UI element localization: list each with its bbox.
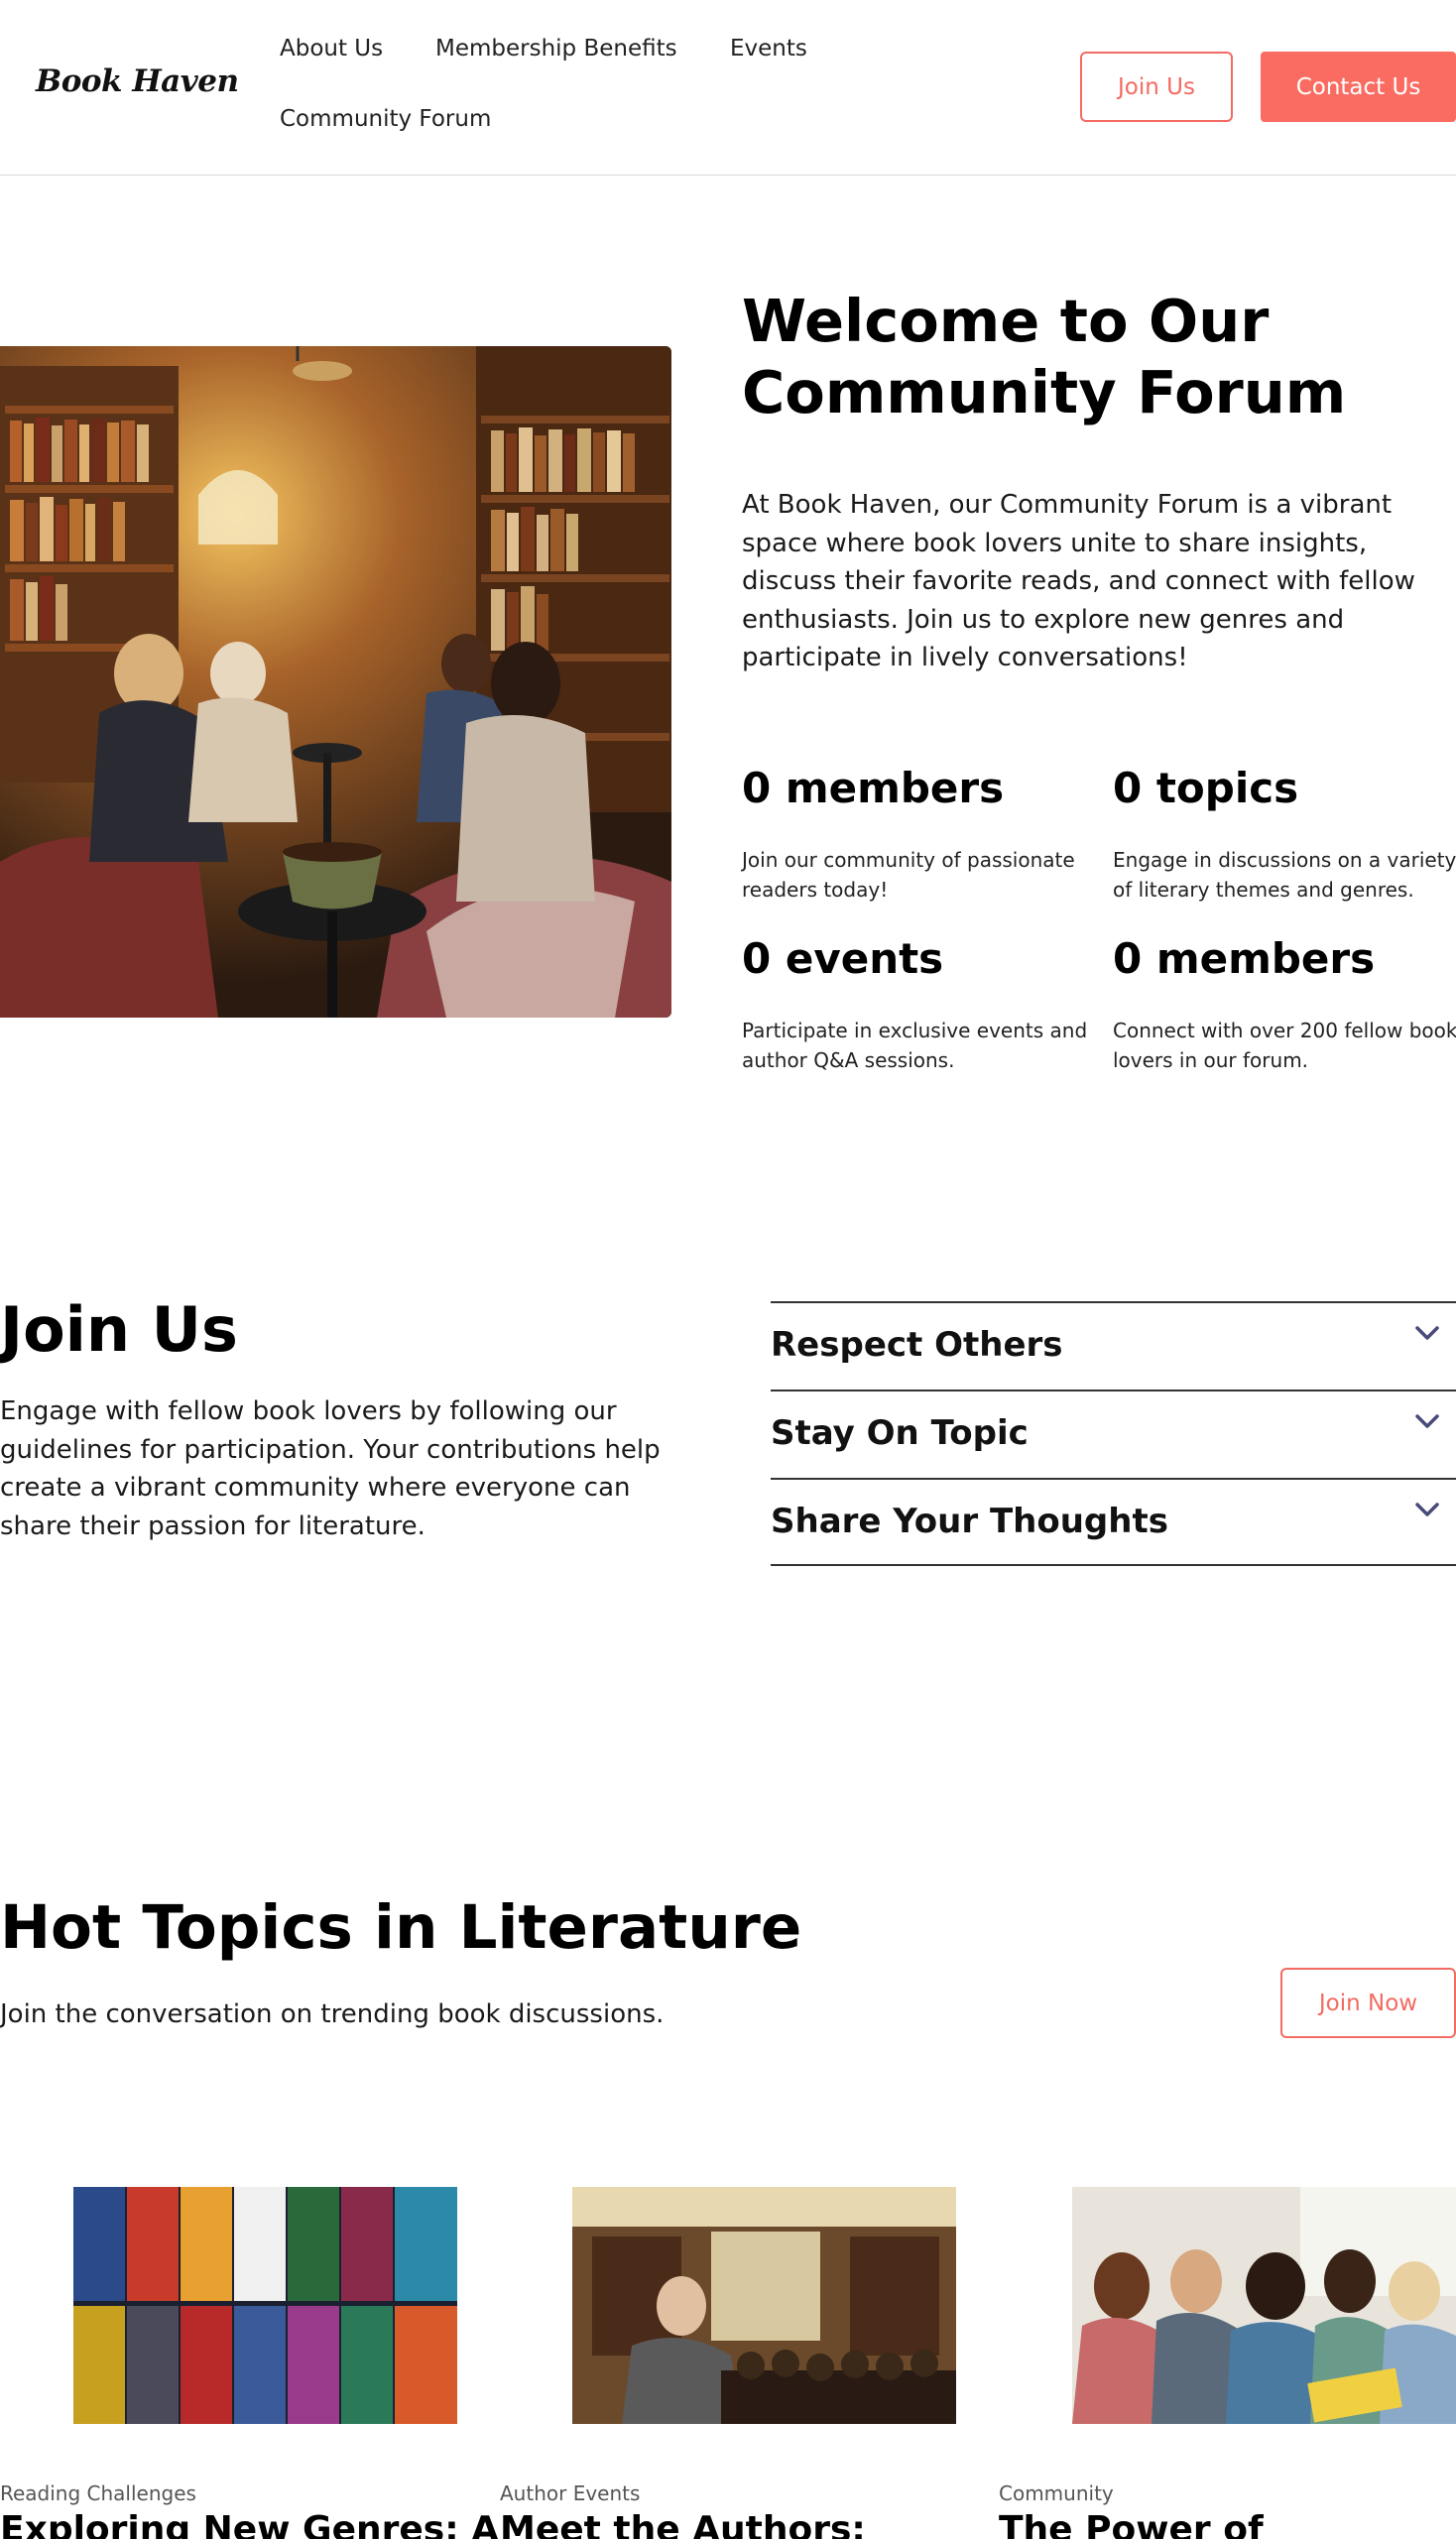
card-image-author-event[interactable]	[572, 2187, 956, 2424]
accordion-label: Respect Others	[771, 1325, 1063, 1365]
nav-community-forum[interactable]: Community Forum	[280, 106, 491, 132]
chevron-down-icon[interactable]	[1412, 1409, 1442, 1433]
stat-value: 0 members	[1113, 934, 1376, 983]
hero-title: Welcome to Our Community Forum	[742, 287, 1347, 426]
card-title[interactable]: Exploring New Genres: A	[0, 2509, 499, 2539]
nav-membership-benefits[interactable]: Membership Benefits	[435, 36, 677, 61]
card-title[interactable]: The Power of	[999, 2509, 1264, 2539]
stat-description: Engage in discussions on a variety of li…	[1113, 848, 1456, 902]
card-image-book-covers[interactable]	[73, 2187, 457, 2424]
stat-value: 0 topics	[1113, 764, 1299, 812]
stat-description: Connect with over 200 fellow book lovers…	[1113, 1019, 1456, 1072]
accordion-label: Share Your Thoughts	[771, 1502, 1168, 1541]
accordion-item-share-your-thoughts[interactable]: Share Your Thoughts	[771, 1478, 1456, 1566]
card-category: Reading Challenges	[0, 2481, 196, 2505]
logo[interactable]: Book Haven	[36, 63, 239, 99]
stat-description: Participate in exclusive events and auth…	[742, 1019, 1088, 1072]
join-now-button[interactable]: Join Now	[1280, 1968, 1456, 2038]
join-us-button[interactable]: Join Us	[1080, 52, 1233, 122]
join-section-title: Join Us	[0, 1293, 238, 1366]
chevron-down-icon[interactable]	[1412, 1498, 1442, 1521]
hot-topics-title: Hot Topics in Literature	[0, 1892, 802, 1963]
stat-value: 0 events	[742, 934, 944, 983]
stat-value: 0 members	[742, 764, 1005, 812]
nav-about-us[interactable]: About Us	[280, 36, 383, 61]
card-category: Community	[999, 2481, 1114, 2505]
card-title[interactable]: Meet the Authors:	[500, 2509, 866, 2539]
card-category: Author Events	[500, 2481, 641, 2505]
chevron-down-icon[interactable]	[1412, 1321, 1442, 1345]
hero-image-reading-room	[0, 346, 671, 1018]
site-header: Book Haven About Us Membership Benefits …	[0, 0, 1456, 176]
hot-topics-subtitle: Join the conversation on trending book d…	[0, 1999, 665, 2029]
contact-us-button[interactable]: Contact Us	[1261, 52, 1456, 122]
card-image-community[interactable]	[1072, 2187, 1456, 2424]
nav-events[interactable]: Events	[730, 36, 807, 61]
hero-description: At Book Haven, our Community Forum is a …	[742, 490, 1415, 672]
stat-description: Join our community of passionate readers…	[742, 848, 1075, 902]
join-section-text: Engage with fellow book lovers by follow…	[0, 1396, 661, 1541]
accordion-item-respect-others[interactable]: Respect Others	[771, 1301, 1456, 1390]
accordion-label: Stay On Topic	[771, 1413, 1029, 1453]
accordion-item-stay-on-topic[interactable]: Stay On Topic	[771, 1390, 1456, 1478]
